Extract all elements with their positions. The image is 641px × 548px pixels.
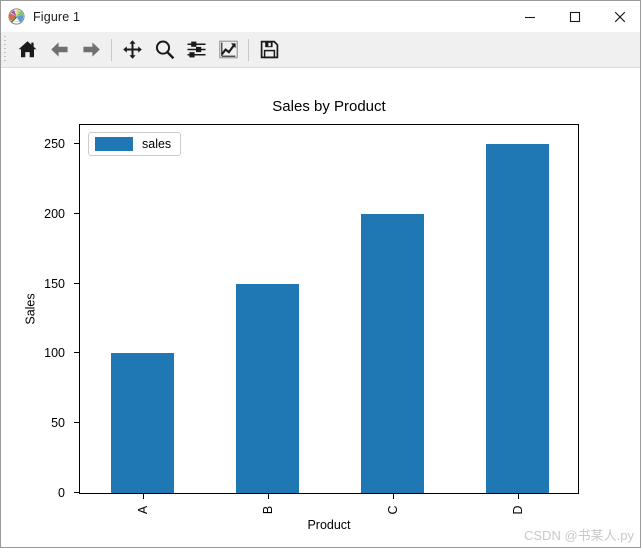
x-tick-0 (142, 493, 144, 499)
plot-axes: 0 50 100 150 200 250 A B C D sales (44, 124, 579, 515)
figure-canvas[interactable]: Sales by Product Sales 0 50 100 150 200 … (1, 68, 640, 547)
window-controls (507, 1, 640, 32)
y-tick-2: 100 (44, 346, 80, 360)
back-button[interactable] (43, 35, 75, 65)
y-tick-label-3: 150 (44, 276, 65, 291)
figure-window: Figure 1 Sales by Product Sales 0 50 100… (0, 0, 641, 548)
y-tick-label-2: 100 (44, 346, 65, 361)
y-tick-label-1: 50 (51, 416, 65, 431)
watermark: CSDN @书某人.py (524, 528, 634, 543)
y-tick-label-4: 200 (44, 206, 65, 221)
window-title: Figure 1 (33, 9, 81, 24)
configure-subplots-button[interactable] (180, 35, 212, 65)
bar-0[interactable] (111, 353, 174, 493)
bar-1[interactable] (236, 283, 299, 493)
pan-button[interactable] (116, 35, 148, 65)
magnifier-icon (154, 39, 175, 60)
x-tick-1 (267, 493, 269, 499)
toolbar-drag-handle[interactable] (3, 35, 8, 64)
x-tick-label-0: A (135, 505, 150, 515)
edit-axis-button[interactable] (212, 35, 244, 65)
chart-line-icon (218, 39, 239, 60)
navigation-toolbar (1, 32, 640, 68)
forward-button[interactable] (75, 35, 107, 65)
x-axis-label: Product (307, 518, 351, 532)
maximize-icon (569, 11, 581, 23)
close-icon (614, 11, 626, 23)
x-tick-label-2: C (385, 505, 400, 515)
y-tick-4: 200 (44, 207, 80, 221)
window-titlebar[interactable]: Figure 1 (1, 1, 640, 32)
x-tick-label-1: B (260, 505, 275, 515)
legend-swatch-sales (95, 137, 133, 151)
x-tick-label-3: D (510, 505, 525, 515)
arrow-left-icon (49, 39, 70, 60)
save-button[interactable] (253, 35, 285, 65)
y-axis-label: Sales (24, 293, 38, 325)
chart-legend[interactable]: sales (88, 132, 182, 156)
home-icon (17, 39, 38, 60)
minimize-button[interactable] (507, 1, 552, 32)
move-icon (122, 39, 143, 60)
y-tick-label-5: 250 (44, 136, 65, 151)
y-tick-1: 50 (51, 416, 80, 430)
bar-3[interactable] (486, 143, 549, 493)
toolbar-separator-2 (248, 38, 249, 61)
minimize-icon (524, 11, 536, 23)
bar-2[interactable] (361, 213, 424, 493)
y-tick-3: 150 (44, 277, 80, 291)
home-button[interactable] (11, 35, 43, 65)
chart-title: Sales by Product (272, 98, 386, 115)
matplotlib-logo-icon (8, 8, 25, 25)
y-tick-5: 250 (44, 137, 80, 151)
toolbar-separator-1 (111, 38, 112, 61)
floppy-disk-icon (259, 39, 280, 60)
x-tick-2 (392, 493, 394, 499)
close-button[interactable] (597, 1, 640, 32)
sliders-icon (186, 39, 207, 60)
x-tick-3 (517, 493, 519, 499)
maximize-button[interactable] (552, 1, 597, 32)
y-tick-label-0: 0 (58, 486, 65, 500)
y-tick-0: 0 (58, 486, 80, 500)
arrow-right-icon (81, 39, 102, 60)
bars-container: 0 50 100 150 200 250 A B C D sales (44, 125, 578, 515)
zoom-button[interactable] (148, 35, 180, 65)
legend-label-sales: sales (142, 137, 172, 151)
